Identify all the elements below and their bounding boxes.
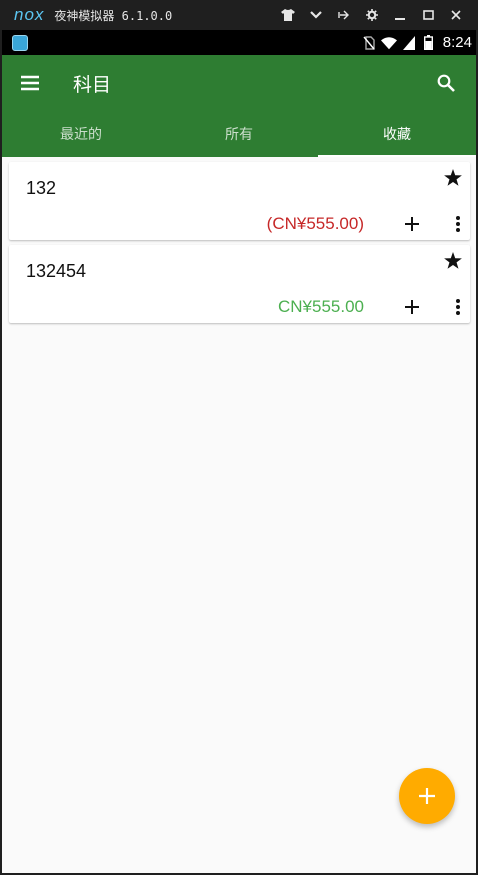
tab-favorites-label: 收藏 xyxy=(383,127,411,143)
pin-icon[interactable] xyxy=(330,0,358,30)
account-list: 132 (CN¥555.00) 132454 CN¥555.00 xyxy=(2,157,476,323)
add-transaction-icon[interactable] xyxy=(400,295,424,319)
tab-all[interactable]: 所有 xyxy=(160,111,318,157)
account-name: 132454 xyxy=(26,261,87,281)
list-item[interactable]: 132454 CN¥555.00 xyxy=(9,245,470,323)
android-screen: 8:24 科目 最近的 所有 收藏 132 (CN¥555.00) 132454… xyxy=(2,30,476,873)
add-transaction-icon[interactable] xyxy=(400,212,424,236)
more-options-icon[interactable] xyxy=(448,212,468,236)
status-icons: 8:24 xyxy=(361,30,472,55)
tab-recent-label: 最近的 xyxy=(60,127,102,143)
wifi-icon xyxy=(380,35,397,51)
tab-favorites[interactable]: 收藏 xyxy=(318,111,476,157)
tab-all-label: 所有 xyxy=(225,127,253,143)
more-options-icon[interactable] xyxy=(448,295,468,319)
emulator-title: 夜神模拟器 6.1.0.0 xyxy=(54,8,173,23)
account-name: 132 xyxy=(26,178,57,198)
app-icon xyxy=(12,34,28,51)
account-balance: CN¥555.00 xyxy=(277,297,364,316)
signal-icon xyxy=(401,35,417,51)
star-icon[interactable] xyxy=(442,249,464,271)
plus-icon xyxy=(419,788,435,804)
add-account-button[interactable] xyxy=(399,768,455,824)
no-sim-icon xyxy=(361,35,377,51)
nox-logo: nox xyxy=(14,5,45,24)
tab-recent[interactable]: 最近的 xyxy=(2,111,160,157)
star-icon[interactable] xyxy=(442,166,464,188)
close-icon[interactable] xyxy=(442,0,470,30)
tab-bar: 最近的 所有 收藏 xyxy=(2,111,476,157)
status-time: 8:24 xyxy=(442,34,472,51)
app-bar: 科目 xyxy=(2,55,476,111)
status-bar: 8:24 xyxy=(2,30,476,55)
search-icon[interactable] xyxy=(422,55,470,111)
shirt-icon[interactable] xyxy=(274,0,302,30)
battery-icon xyxy=(421,35,437,51)
hamburger-menu-icon[interactable] xyxy=(2,55,58,111)
account-balance: (CN¥555.00) xyxy=(266,214,364,233)
chevron-down-icon[interactable] xyxy=(302,0,330,30)
emulator-controls xyxy=(274,0,470,30)
gear-icon[interactable] xyxy=(358,0,386,30)
maximize-icon[interactable] xyxy=(414,0,442,30)
page-title: 科目 xyxy=(73,73,112,96)
emulator-titlebar: nox 夜神模拟器 6.1.0.0 xyxy=(0,0,478,30)
minimize-icon[interactable] xyxy=(386,0,414,30)
list-item[interactable]: 132 (CN¥555.00) xyxy=(9,162,470,240)
